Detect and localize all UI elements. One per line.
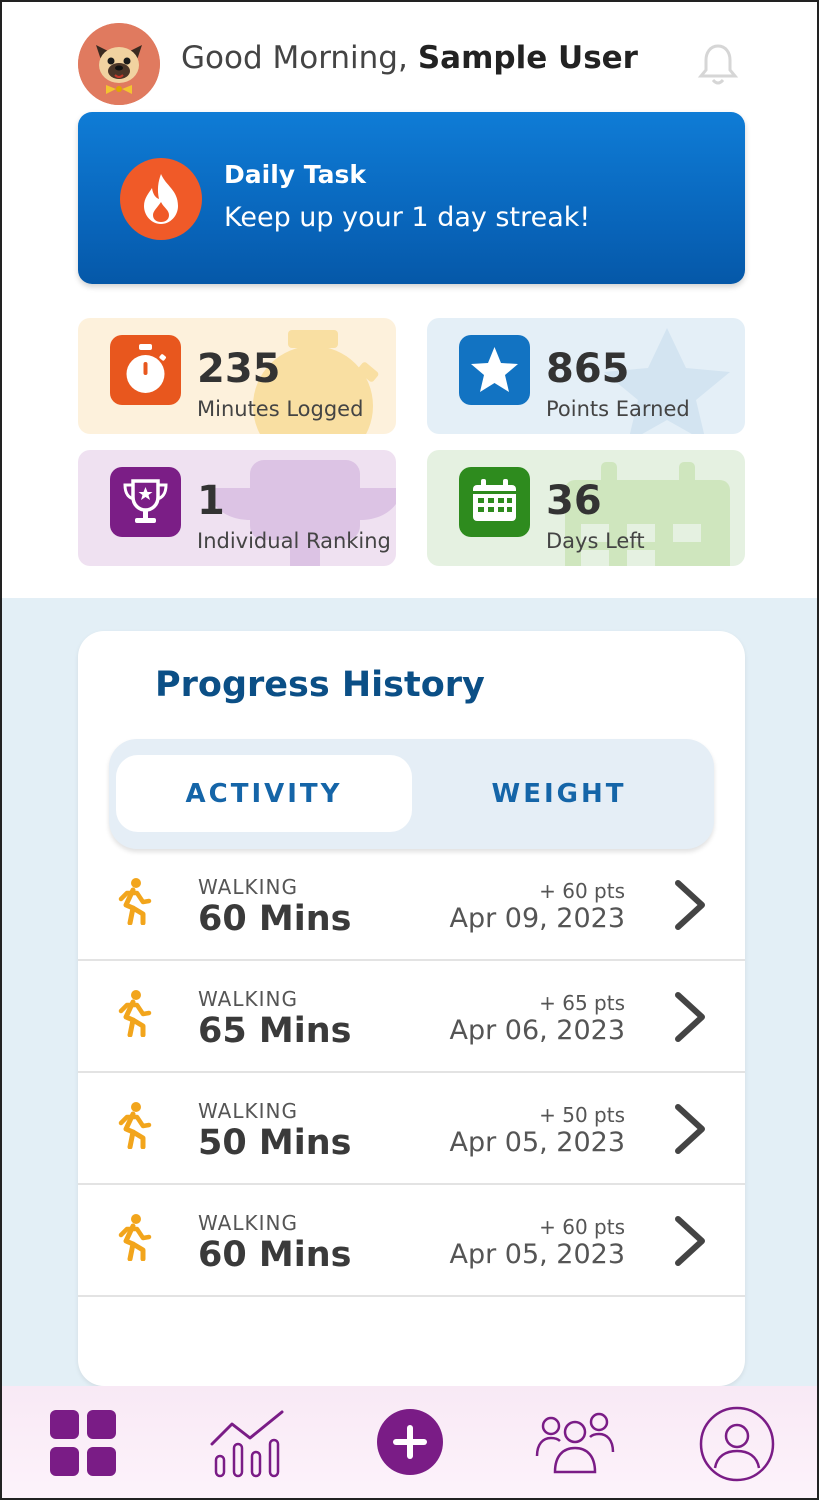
dashboard-icon[interactable]: [48, 1408, 118, 1478]
stat-value: 235: [197, 346, 281, 392]
activity-type: WALKING: [198, 987, 298, 1011]
progress-tabs: ACTIVITY WEIGHT: [109, 739, 714, 849]
pug-avatar-icon: [78, 23, 160, 105]
stat-value: 865: [546, 346, 630, 392]
activity-date: Apr 05, 2023: [449, 1127, 625, 1158]
community-icon[interactable]: [535, 1410, 615, 1474]
avatar[interactable]: [78, 23, 160, 105]
daily-task-title: Daily Task: [224, 160, 366, 189]
chevron-right-icon[interactable]: [672, 879, 708, 931]
bottom-nav: [0, 1386, 819, 1500]
history-row[interactable]: WALKING 50 Mins + 50 pts Apr 05, 2023: [78, 1073, 745, 1185]
chevron-right-icon[interactable]: [672, 1103, 708, 1155]
stat-card-minutes[interactable]: 235 Minutes Logged: [78, 318, 396, 434]
stopwatch-icon: [110, 335, 181, 405]
profile-icon[interactable]: [699, 1406, 775, 1482]
running-person-icon: [118, 990, 152, 1037]
stat-card-ranking[interactable]: 1 Individual Ranking: [78, 450, 396, 566]
chevron-right-icon[interactable]: [672, 1215, 708, 1267]
running-person-icon: [118, 1214, 152, 1261]
activity-duration: 65 Mins: [198, 1011, 352, 1051]
user-name: Sample User: [417, 40, 638, 76]
history-row[interactable]: WALKING 60 Mins + 60 pts Apr 09, 2023: [78, 849, 745, 961]
activity-points: + 50 pts: [539, 1103, 625, 1127]
stat-label: Minutes Logged: [197, 397, 364, 421]
stat-card-days-left[interactable]: 36 Days Left: [427, 450, 745, 566]
activity-date: Apr 05, 2023: [449, 1239, 625, 1270]
greeting-text: Good Morning, Sample User: [181, 40, 638, 76]
greeting-label: Good Morning,: [181, 40, 408, 76]
stat-label: Points Earned: [546, 397, 690, 421]
tab-activity[interactable]: ACTIVITY: [116, 755, 412, 832]
chevron-right-icon[interactable]: [672, 991, 708, 1043]
activity-duration: 60 Mins: [198, 899, 352, 939]
activity-date: Apr 06, 2023: [449, 1015, 625, 1046]
activity-points: + 60 pts: [539, 1215, 625, 1239]
activity-type: WALKING: [198, 1099, 298, 1123]
trophy-icon: [110, 467, 181, 537]
activity-points: + 60 pts: [539, 879, 625, 903]
activity-points: + 65 pts: [539, 991, 625, 1015]
progress-history-title: Progress History: [155, 665, 485, 705]
stat-label: Days Left: [546, 529, 645, 553]
stats-icon[interactable]: [208, 1408, 286, 1478]
calendar-icon: [459, 467, 530, 537]
activity-date: Apr 09, 2023: [449, 903, 625, 934]
bell-icon[interactable]: [697, 42, 739, 88]
stat-value: 1: [197, 478, 225, 524]
tab-weight[interactable]: WEIGHT: [411, 755, 707, 832]
daily-task-subtitle: Keep up your 1 day streak!: [224, 202, 591, 233]
history-row[interactable]: WALKING 60 Mins + 60 pts Apr 05, 2023: [78, 1185, 745, 1297]
history-row[interactable]: WALKING 65 Mins + 65 pts Apr 06, 2023: [78, 961, 745, 1073]
progress-history-card: Progress History ACTIVITY WEIGHT WALKING…: [78, 631, 745, 1386]
add-icon[interactable]: [376, 1408, 444, 1476]
stat-card-points[interactable]: 865 Points Earned: [427, 318, 745, 434]
activity-duration: 50 Mins: [198, 1123, 352, 1163]
daily-task-card[interactable]: Daily Task Keep up your 1 day streak!: [78, 112, 745, 284]
stat-value: 36: [546, 478, 602, 524]
activity-type: WALKING: [198, 875, 298, 899]
stat-label: Individual Ranking: [197, 529, 391, 553]
running-person-icon: [118, 1102, 152, 1149]
activity-duration: 60 Mins: [198, 1235, 352, 1275]
running-person-icon: [118, 878, 152, 925]
activity-type: WALKING: [198, 1211, 298, 1235]
star-icon: [459, 335, 530, 405]
flame-icon: [120, 158, 202, 240]
